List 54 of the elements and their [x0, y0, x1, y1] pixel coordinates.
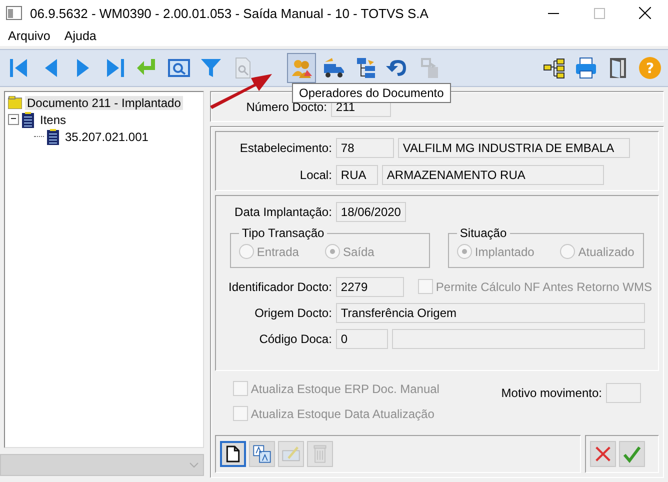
maximize-icon	[594, 8, 604, 18]
collapse-icon[interactable]	[8, 114, 19, 125]
list-document-icon	[46, 128, 60, 144]
input-field[interactable]: RUA	[336, 164, 378, 184]
checkbox-label: Atualiza Estoque Data Atualização	[250, 406, 434, 420]
window-title: 06.9.5632 - WM0390 - 2.00.01.053 - Saída Manual - 10 - TOTVS S.A	[30, 6, 430, 20]
menu-item[interactable]: Arquivo	[4, 29, 54, 43]
field-label: Origem Docto:	[254, 306, 332, 320]
radio-label: Atualizado	[578, 244, 634, 258]
field-label: Identificador Docto:	[228, 280, 332, 294]
input-field[interactable]	[392, 328, 645, 348]
folder-icon	[8, 96, 22, 109]
cancel-icon	[593, 444, 613, 464]
field-label: Local:	[298, 168, 332, 182]
edit-form-icon	[280, 444, 301, 464]
truck-icon	[322, 56, 346, 80]
field-label: Data Implantação:	[234, 204, 332, 218]
tree-line	[34, 136, 44, 137]
radio-label: Saída	[342, 244, 374, 258]
chevron-down-icon	[188, 462, 199, 468]
field-label: Código Doca:	[258, 332, 332, 346]
tooltip: Operadores do Documento	[292, 83, 451, 103]
field-label: Estabelecimento:	[238, 140, 332, 154]
filter-icon	[198, 56, 222, 80]
tree-item[interactable]: Documento 211 - Implantado	[25, 96, 183, 110]
checkbox-label: Permite Cálculo NF Antes Retorno WMS	[436, 280, 652, 294]
checkbox-label: Atualiza Estoque ERP Doc. Manual	[250, 382, 440, 396]
app-icon	[6, 6, 22, 20]
form-button[interactable]	[248, 441, 275, 467]
tree-item[interactable]: 35.207.021.001	[63, 130, 150, 144]
menu-item[interactable]: Ajuda	[60, 29, 100, 43]
group-title: Tipo Transação	[240, 226, 326, 240]
tree-item[interactable]: Itens	[38, 112, 68, 126]
input-field[interactable]	[606, 382, 641, 402]
input-field[interactable]: Transferência Origem	[336, 302, 645, 322]
printer-icon	[574, 56, 598, 80]
minimize-icon	[548, 12, 558, 14]
input-field[interactable]: 0	[336, 328, 388, 348]
input-field[interactable]: 2279	[336, 276, 404, 296]
overlapping-pages-icon	[252, 444, 272, 464]
radio-label: Entrada	[256, 244, 299, 258]
confirm-icon	[622, 444, 642, 464]
list-document-icon	[21, 112, 35, 128]
form-button[interactable]	[220, 441, 246, 467]
field-label: Motivo movimento:	[501, 386, 602, 400]
tree-structure-icon	[542, 56, 566, 80]
input-field[interactable]: VALFILM MG INDUSTRIA DE EMBALA	[398, 138, 630, 158]
input-field[interactable]: 78	[336, 138, 394, 158]
input-field[interactable]: ARMAZENAMENTO RUA	[382, 164, 604, 184]
close-icon	[639, 7, 651, 19]
input-field[interactable]: 18/06/2020	[336, 202, 406, 222]
group-title: Situação	[458, 226, 508, 240]
magnifier-window-icon	[166, 56, 190, 80]
radio-label: Implantado	[474, 244, 534, 258]
